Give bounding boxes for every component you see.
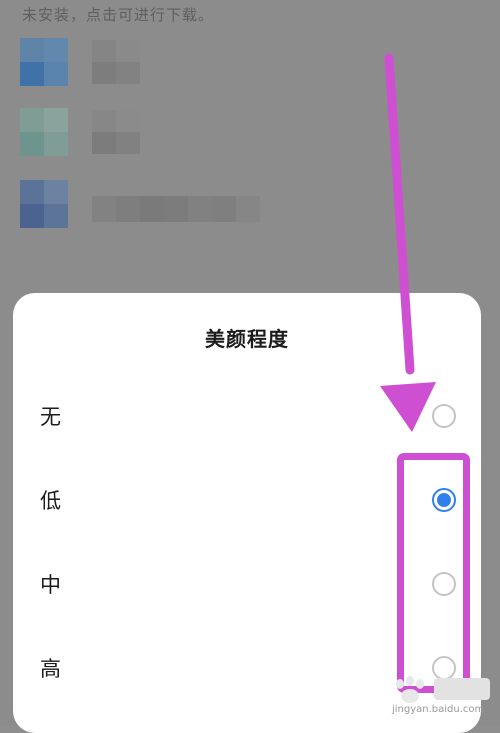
watermark-text: jingyan.baidu.com [392, 704, 485, 715]
annotation-highlight-box [397, 453, 470, 693]
baidu-jingyan-watermark: jingyan.baidu.com [380, 672, 500, 726]
